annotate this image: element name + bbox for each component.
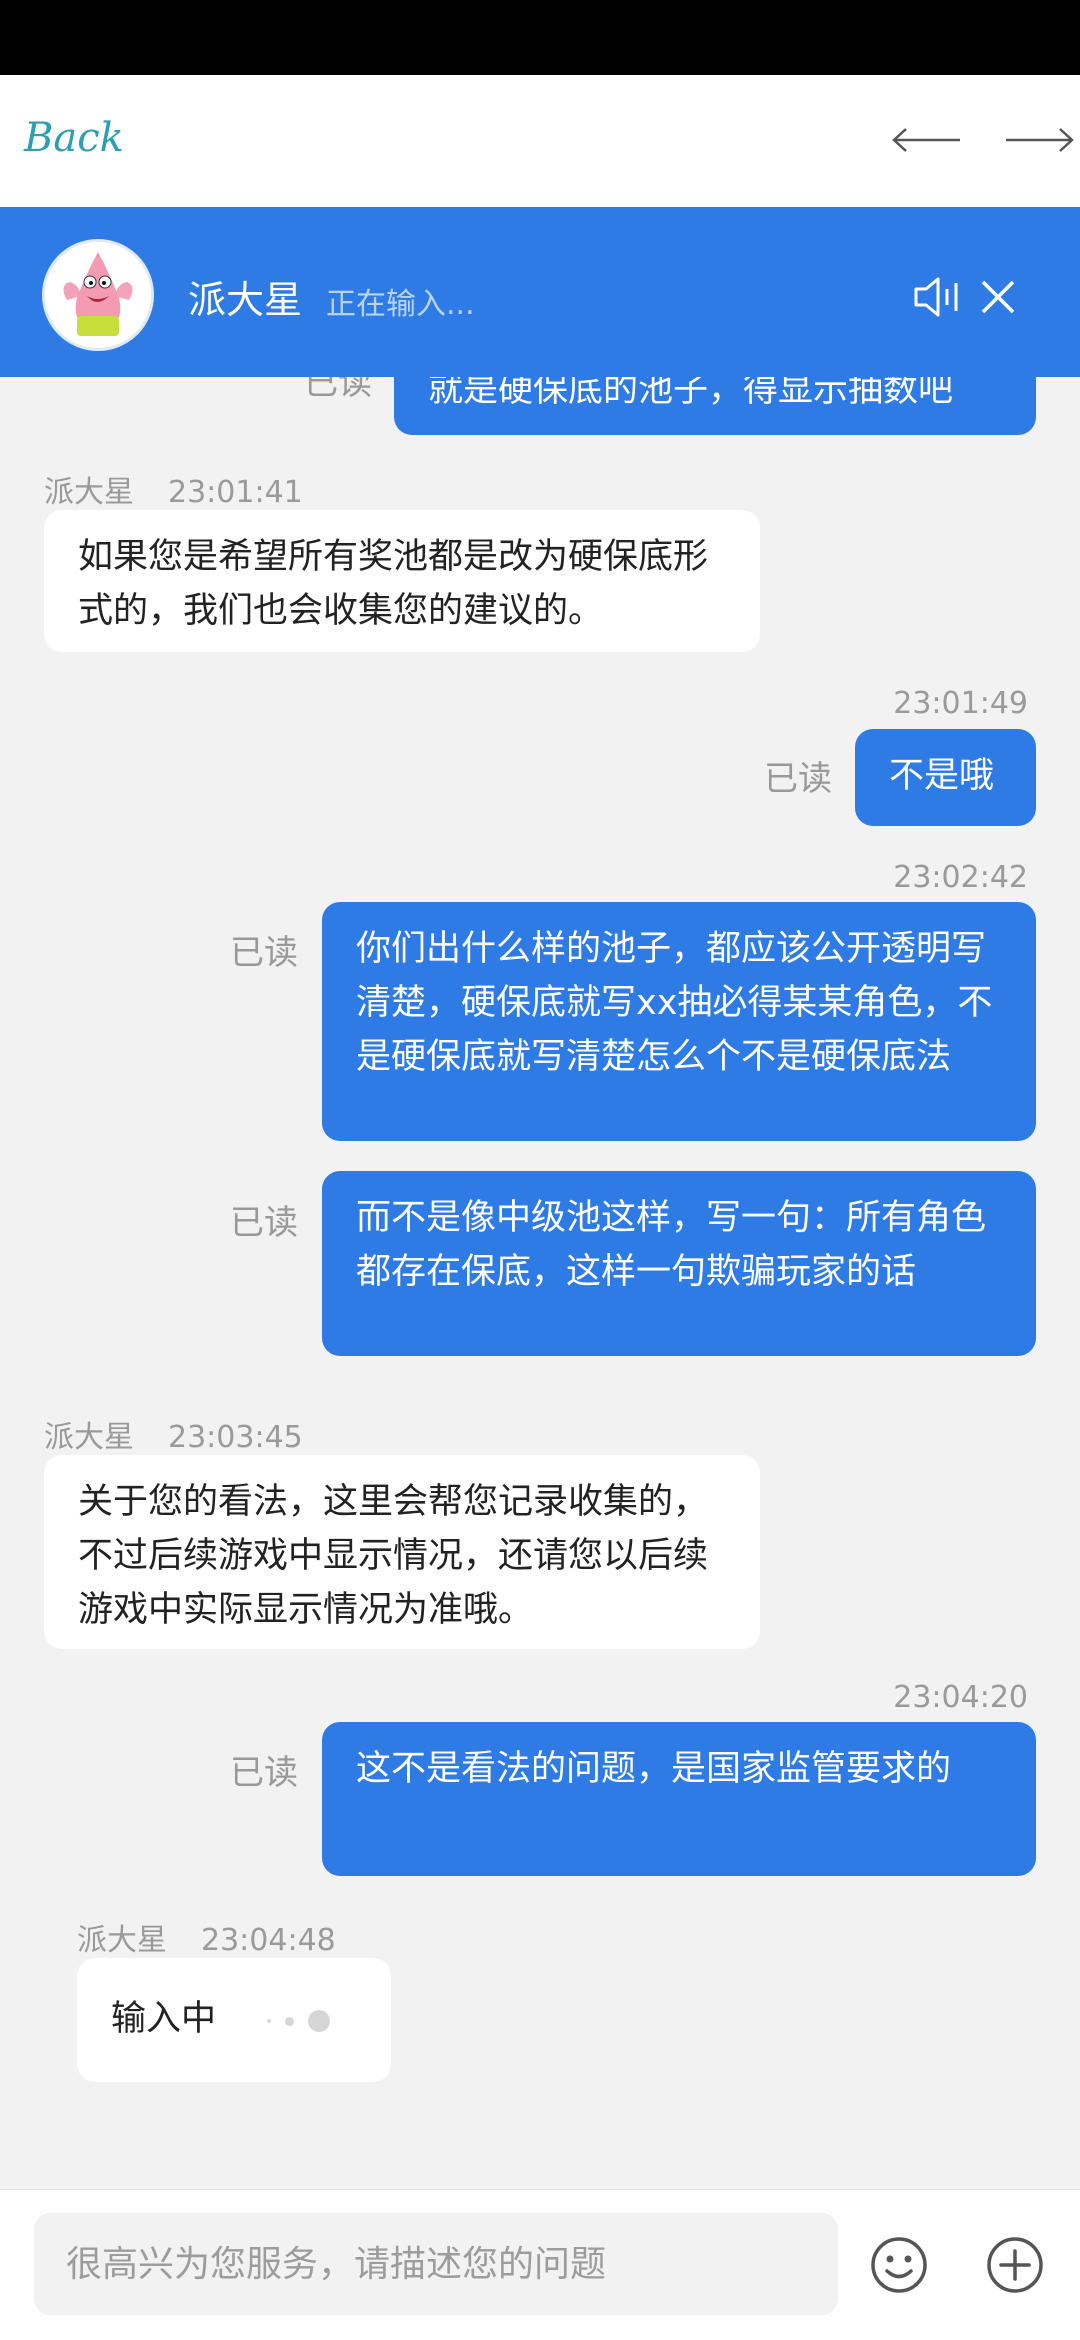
read-receipt: 已读 xyxy=(304,377,372,403)
speaker-icon[interactable] xyxy=(910,269,966,325)
typing-indicator-bubble: 输入中 xyxy=(77,1958,391,2082)
message-list[interactable]: 已读 就是硬保底的池子，得显示抽数吧 派大星 23:01:41 如果您是希望所有奖… xyxy=(0,377,1080,2189)
message-bubble-outgoing: 不是哦 xyxy=(855,729,1036,826)
message-input[interactable] xyxy=(34,2213,838,2315)
message-bubble-outgoing: 你们出什么样的池子，都应该公开透明写清楚，硬保底就写xx抽必得某某角色，不是硬保… xyxy=(322,902,1036,1141)
message-time: 23:02:42 xyxy=(893,860,1028,895)
plus-icon[interactable] xyxy=(984,2234,1046,2296)
read-receipt: 已读 xyxy=(230,1753,298,1793)
message-time: 23:04:48 xyxy=(201,1923,336,1958)
status-bar xyxy=(0,0,1080,75)
message-meta: 派大星 23:01:41 xyxy=(44,467,303,511)
message-bubble-outgoing: 而不是像中级池这样，写一句：所有角色都存在保底，这样一句欺骗玩家的话 xyxy=(322,1171,1036,1356)
read-receipt: 已读 xyxy=(230,933,298,973)
typing-dots-icon xyxy=(267,1993,344,2047)
message-bubble-incoming: 关于您的看法，这里会帮您记录收集的，不过后续游戏中显示情况，还请您以后续游戏中实… xyxy=(44,1455,760,1649)
avatar xyxy=(42,239,154,351)
message-time: 23:03:45 xyxy=(168,1420,303,1455)
emoji-icon[interactable] xyxy=(868,2234,930,2296)
arrow-right-icon[interactable] xyxy=(1004,125,1076,155)
arrow-left-icon[interactable] xyxy=(890,125,962,155)
typing-label: 输入中 xyxy=(111,1999,217,2039)
agent-name: 派大星 xyxy=(188,278,303,322)
chat-header: 派大星 正在输入... xyxy=(0,207,1080,377)
sender-name: 派大星 xyxy=(44,475,134,510)
read-receipt: 已读 xyxy=(764,759,832,799)
top-navigation: Back xyxy=(0,75,1080,207)
close-icon[interactable] xyxy=(970,269,1026,325)
message-meta: 派大星 23:03:45 xyxy=(44,1412,303,1456)
sender-name: 派大星 xyxy=(44,1420,134,1455)
typing-status: 正在输入... xyxy=(326,287,475,322)
message-bubble-outgoing: 就是硬保底的池子，得显示抽数吧 xyxy=(394,377,1036,435)
sender-name: 派大星 xyxy=(77,1923,167,1958)
read-receipt: 已读 xyxy=(230,1203,298,1243)
input-bar xyxy=(0,2189,1080,2340)
message-meta: 派大星 23:04:48 xyxy=(77,1915,336,1959)
back-link[interactable]: Back xyxy=(24,115,124,161)
message-time: 23:01:49 xyxy=(893,686,1028,721)
message-bubble-outgoing: 这不是看法的问题，是国家监管要求的 xyxy=(322,1722,1036,1876)
message-bubble-incoming: 如果您是希望所有奖池都是改为硬保底形式的，我们也会收集您的建议的。 xyxy=(44,510,760,652)
message-time: 23:01:41 xyxy=(168,475,303,510)
message-time: 23:04:20 xyxy=(893,1680,1028,1715)
